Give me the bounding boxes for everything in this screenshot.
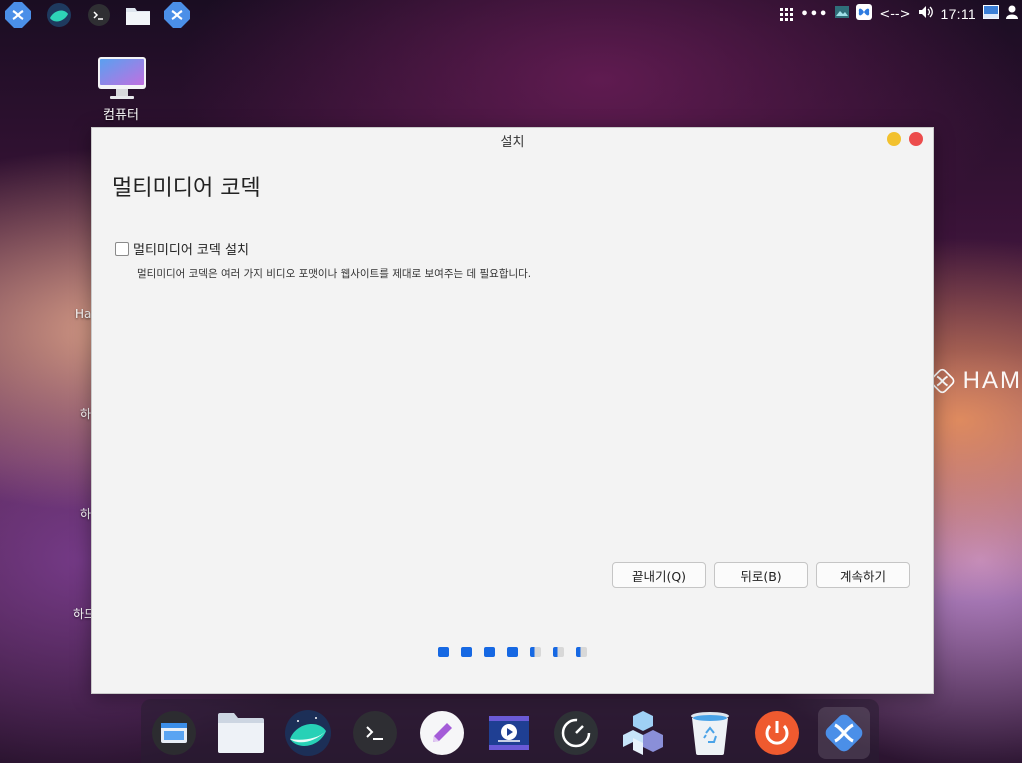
brand-watermark: HAM: [928, 358, 1022, 404]
dock: [141, 699, 879, 763]
software-center-icon[interactable]: [617, 707, 669, 759]
hamonikr-installer-icon[interactable]: [818, 707, 870, 759]
codec-option-description: 멀티미디어 코덱은 여러 가지 비디오 포맷이나 웹사이트를 제대로 보여주는 …: [137, 268, 532, 280]
installer-window: 설치 멀티미디어 코덱 멀티미디어 코덱 설치 멀티미디어 코덱은 여러 가지 …: [91, 127, 934, 694]
butterfly-icon[interactable]: [856, 4, 873, 24]
progress-step: [461, 647, 472, 657]
close-button[interactable]: [909, 132, 923, 146]
terminal-icon[interactable]: [86, 2, 112, 28]
codec-option[interactable]: 멀티미디어 코덱 설치: [115, 239, 249, 258]
file-manager-icon[interactable]: [215, 707, 267, 759]
video-editor-icon[interactable]: [483, 707, 535, 759]
volume-icon[interactable]: [918, 5, 934, 23]
terminal-icon[interactable]: [349, 707, 401, 759]
desktop-peek-label: Ha: [75, 307, 92, 321]
computer-desktop-label: 컴퓨터: [103, 108, 139, 123]
hamonikr-logo-icon[interactable]: [5, 2, 31, 28]
progress-step: [438, 647, 449, 657]
hamonikr-app-icon[interactable]: [164, 2, 190, 28]
window-manager-icon[interactable]: [148, 707, 200, 759]
top-panel: ••• <--> 17:11: [0, 0, 1022, 28]
progress-step: [530, 647, 541, 657]
desktop-peek-label: 하: [80, 507, 92, 521]
brand-text: HAM: [962, 367, 1022, 394]
system-monitor-icon[interactable]: [550, 707, 602, 759]
user-icon[interactable]: [1006, 5, 1018, 23]
app-grid-icon[interactable]: [780, 7, 794, 21]
computer-desktop-icon[interactable]: [96, 56, 148, 106]
continue-button[interactable]: 계속하기: [816, 562, 910, 588]
image-viewer-icon[interactable]: [835, 6, 850, 22]
desktop-peek-label: 하: [80, 407, 92, 421]
whale-browser-icon[interactable]: [46, 2, 72, 28]
back-button[interactable]: 뒤로(B): [714, 562, 808, 588]
whale-browser-icon[interactable]: [282, 707, 334, 759]
trash-icon[interactable]: [684, 707, 736, 759]
page-title: 멀티미디어 코덱: [112, 176, 261, 201]
progress-step: [507, 647, 518, 657]
system-tray: ••• <--> 17:11: [780, 4, 1018, 24]
folder-icon[interactable]: [125, 2, 151, 28]
quit-button[interactable]: 끝내기(Q): [612, 562, 706, 588]
clock[interactable]: 17:11: [941, 6, 977, 22]
progress-step: [553, 647, 564, 657]
text-editor-icon[interactable]: [416, 707, 468, 759]
display-icon[interactable]: [983, 5, 999, 23]
network-icon[interactable]: <-->: [879, 7, 910, 22]
window-titlebar[interactable]: 설치: [92, 128, 933, 152]
progress-step: [484, 647, 495, 657]
window-title: 설치: [500, 135, 525, 150]
minimize-button[interactable]: [887, 132, 901, 146]
power-icon[interactable]: [751, 707, 803, 759]
codec-option-label[interactable]: 멀티미디어 코덱 설치: [133, 239, 249, 258]
more-icon[interactable]: •••: [800, 7, 828, 22]
step-progress: [438, 647, 587, 657]
progress-step: [576, 647, 587, 657]
codec-checkbox[interactable]: [115, 241, 129, 256]
